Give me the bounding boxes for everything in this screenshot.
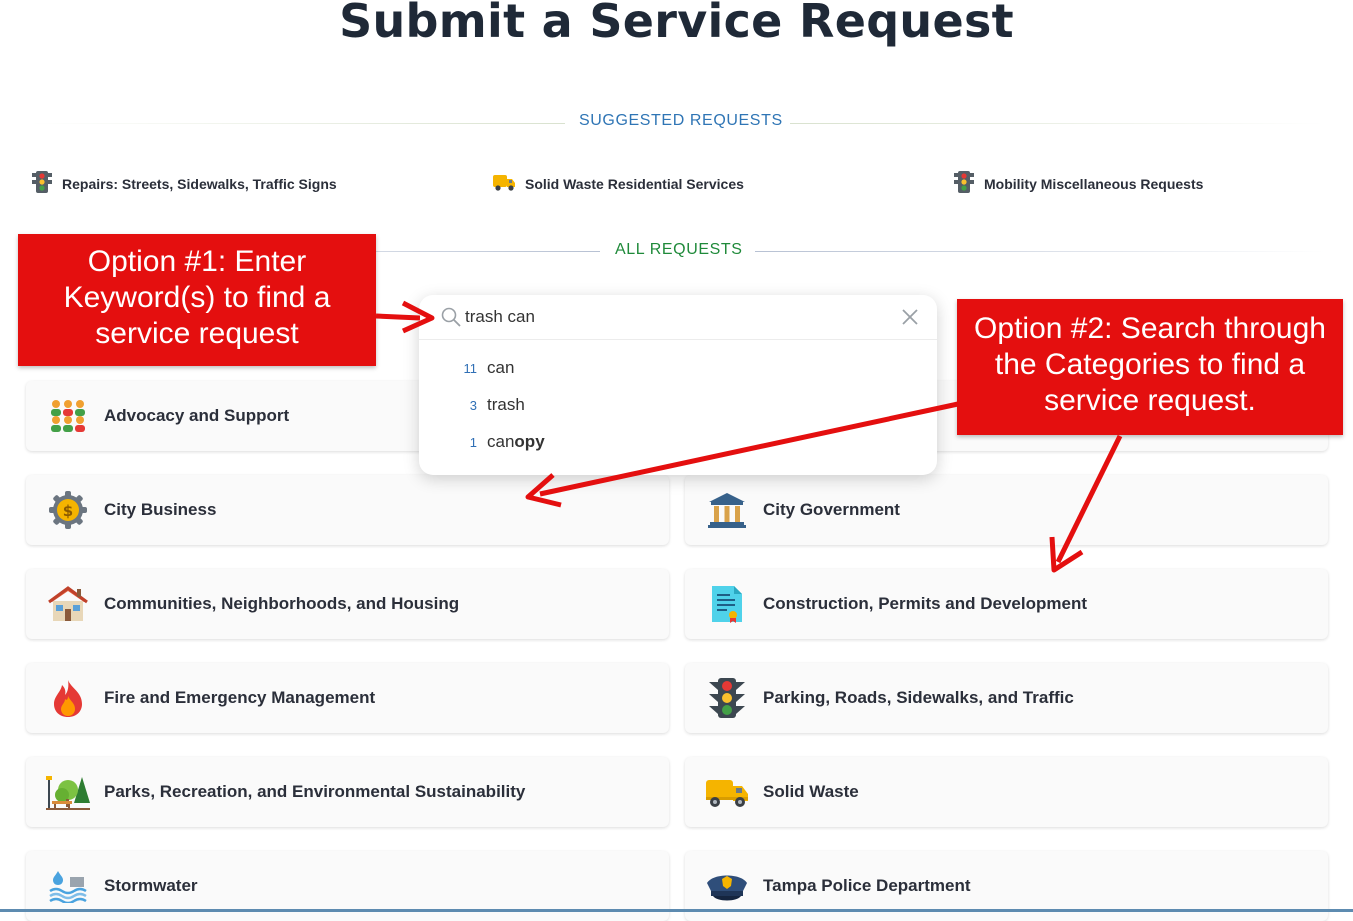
suggestion-text: trash: [487, 395, 525, 414]
search-bar: [419, 295, 937, 340]
suggested-item-mobility[interactable]: Mobility Miscellaneous Requests: [952, 170, 1203, 197]
suggestion-count: 3: [469, 397, 477, 413]
suggestion-text: can: [487, 358, 515, 377]
category-communities-housing[interactable]: Communities, Neighborhoods, and Housing: [26, 569, 669, 639]
category-label: Fire and Emergency Management: [104, 688, 376, 707]
category-label: Parks, Recreation, and Environmental Sus…: [104, 782, 526, 801]
section-label-suggested: SUGGESTED REQUESTS: [577, 112, 785, 130]
category-label: Communities, Neighborhoods, and Housing: [104, 594, 460, 613]
suggestion-count: 11: [463, 360, 478, 376]
permit-document-icon: [705, 582, 749, 626]
category-label: City Business: [104, 500, 217, 519]
close-icon[interactable]: [902, 309, 918, 329]
category-label: Construction, Permits and Development: [763, 594, 1087, 613]
category-parking-roads[interactable]: Parking, Roads, Sidewalks, and Traffic: [685, 663, 1328, 733]
park-tree-icon: [46, 770, 90, 814]
traffic-light-icon: [952, 170, 976, 197]
category-construction-permits[interactable]: Construction, Permits and Development: [685, 569, 1328, 639]
stormwater-icon: [46, 864, 90, 908]
category-fire-emergency[interactable]: Fire and Emergency Management: [26, 663, 669, 733]
category-label: City Government: [763, 500, 900, 519]
category-label: Tampa Police Department: [763, 876, 971, 895]
search-suggestion[interactable]: 3 trash: [459, 390, 525, 420]
fire-icon: [46, 676, 90, 720]
category-label: Advocacy and Support: [104, 406, 290, 425]
suggested-item-label: Mobility Miscellaneous Requests: [984, 175, 1204, 192]
traffic-light-icon: [30, 170, 54, 197]
search-suggestion[interactable]: 1 canopy: [459, 427, 545, 457]
divider-right: [755, 251, 1325, 252]
category-city-business[interactable]: $ City Business: [26, 475, 669, 545]
search-input[interactable]: [465, 303, 885, 331]
divider-right: [790, 123, 1325, 124]
suggested-item-solid-waste[interactable]: Solid Waste Residential Services: [491, 170, 744, 197]
suggested-item-label: Solid Waste Residential Services: [525, 175, 744, 192]
callout-option-1: Option #1: Enter Keyword(s) to find a se…: [18, 234, 376, 366]
category-solid-waste[interactable]: Solid Waste: [685, 757, 1328, 827]
people-group-icon: [46, 394, 90, 438]
garbage-truck-icon: [491, 170, 517, 197]
callout-option-2: Option #2: Search through the Categories…: [957, 299, 1343, 435]
category-parks-recreation[interactable]: Parks, Recreation, and Environmental Sus…: [26, 757, 669, 827]
government-building-icon: [705, 488, 749, 532]
gear-coin-icon: $: [46, 488, 90, 532]
traffic-light-icon: [705, 676, 749, 720]
divider-left: [30, 123, 565, 124]
suggested-item-repairs[interactable]: Repairs: Streets, Sidewalks, Traffic Sig…: [30, 170, 337, 197]
garbage-truck-icon: [705, 770, 749, 814]
search-icon: [441, 307, 461, 331]
page-title: Submit a Service Request: [339, 0, 1014, 48]
search-panel: 11 can 3 trash 1 canopy: [419, 295, 937, 475]
suggested-item-label: Repairs: Streets, Sidewalks, Traffic Sig…: [62, 175, 337, 192]
category-label: Stormwater: [104, 876, 198, 895]
category-city-government[interactable]: City Government: [685, 475, 1328, 545]
category-label: Solid Waste: [763, 782, 859, 801]
section-label-all: ALL REQUESTS: [613, 241, 745, 259]
svg-text:$: $: [63, 502, 73, 520]
suggestion-text: canopy: [487, 432, 545, 451]
police-cap-icon: [705, 864, 749, 908]
house-icon: [46, 582, 90, 626]
suggestion-count: 1: [469, 434, 477, 450]
category-label: Parking, Roads, Sidewalks, and Traffic: [763, 688, 1074, 707]
search-suggestion[interactable]: 11 can: [459, 353, 515, 383]
